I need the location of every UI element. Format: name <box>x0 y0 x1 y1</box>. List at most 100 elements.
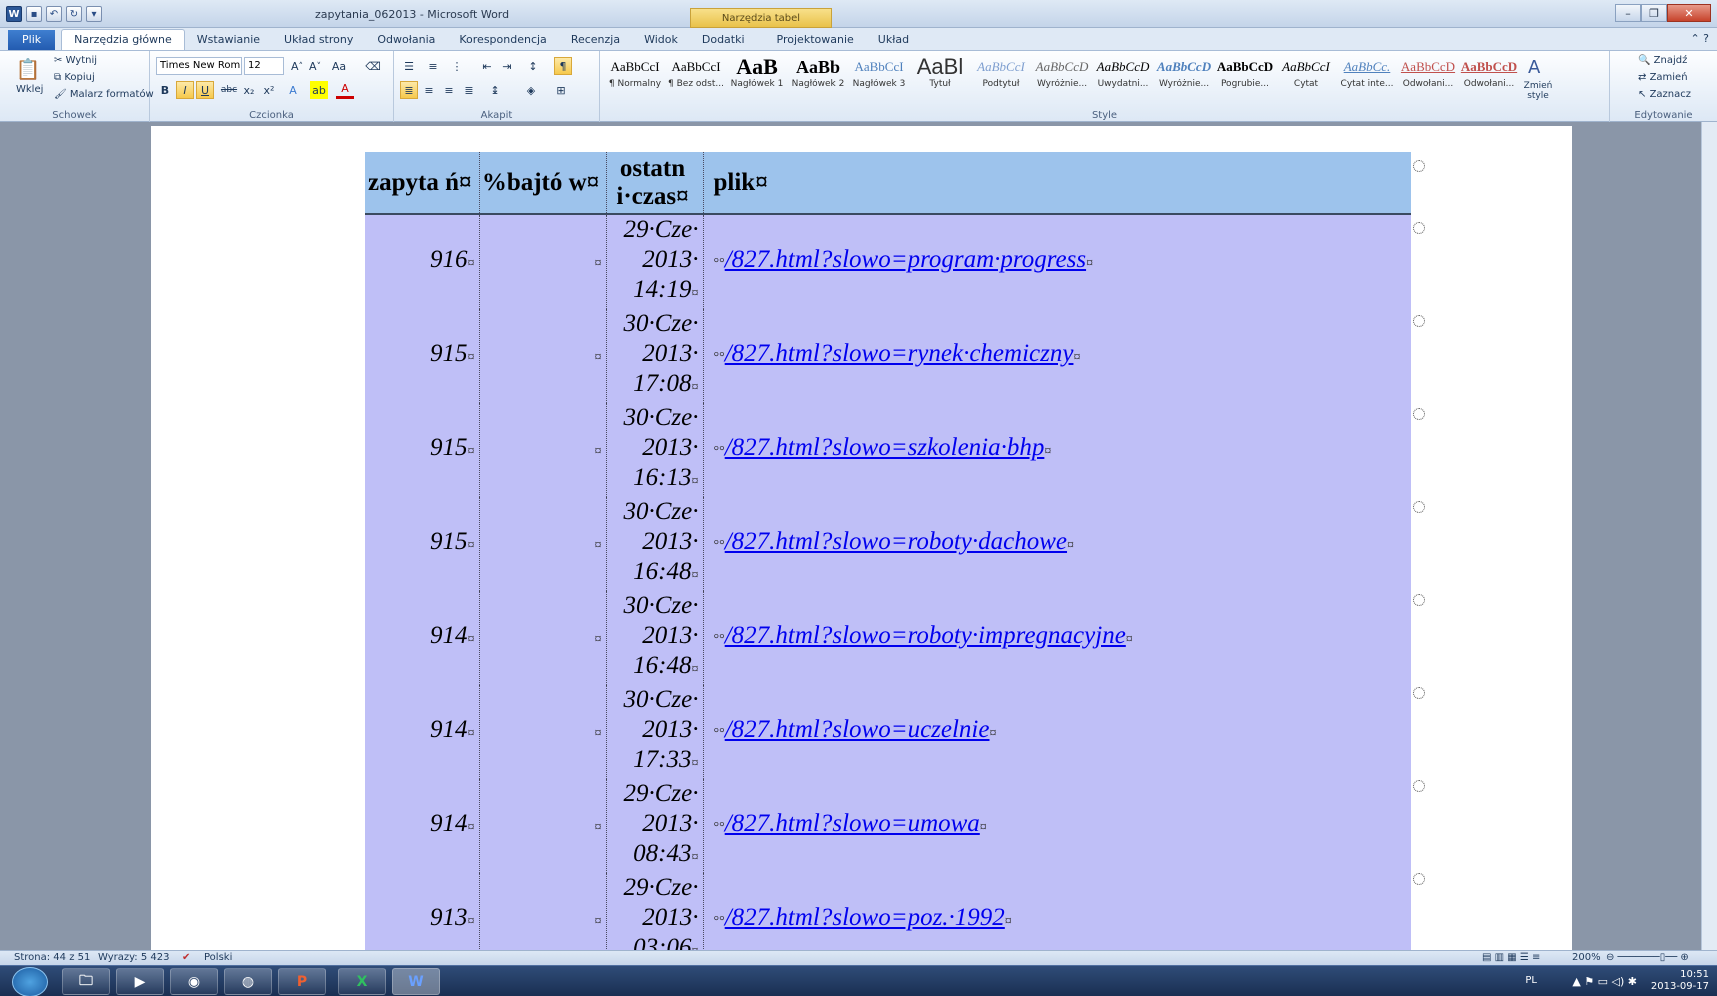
change-styles-icon[interactable]: A <box>1528 57 1540 78</box>
proofing-icon[interactable]: ✔ <box>182 952 190 963</box>
cell-bytes-percent[interactable]: ¤ <box>479 685 607 779</box>
restore-button[interactable]: ❐ <box>1641 4 1667 22</box>
minimize-button[interactable]: – <box>1615 4 1641 22</box>
style-gallery-item[interactable]: AaBbCcD Odwołani... <box>1458 55 1520 101</box>
tab-insert[interactable]: Wstawianie <box>185 30 272 50</box>
language-bar[interactable]: PL <box>1525 975 1537 986</box>
paste-button[interactable]: Wklej <box>16 84 43 95</box>
system-clock[interactable]: 10:51 2013-09-17 <box>1651 969 1709 993</box>
help-icon[interactable]: ⌃ ? <box>1690 32 1709 45</box>
firefox-taskbar-icon[interactable]: ◉ <box>170 968 218 995</box>
view-buttons[interactable]: ▤ ▥ ▦ ☰ ≡ <box>1482 952 1540 963</box>
shrink-font-icon[interactable]: A ˅ <box>306 57 324 75</box>
cell-file[interactable]: °°/827.html?slowo=umowa¤ <box>703 779 1411 873</box>
style-gallery-item[interactable]: AaBbCcD Wyróżnie... <box>1153 55 1215 101</box>
style-gallery-item[interactable]: AaBbCcI ¶ Normalny <box>604 55 666 101</box>
cell-last-time[interactable]: 30·Cze· 2013· 17:33¤ <box>606 685 704 779</box>
cell-queries[interactable]: 915¤ <box>365 403 480 497</box>
file-link[interactable]: /827.html?slowo=szkolenia·bhp <box>725 434 1045 461</box>
cell-file[interactable]: °°/827.html?slowo=roboty·dachowe¤ <box>703 497 1411 591</box>
style-gallery-item[interactable]: AaBbCcI ¶ Bez odst... <box>665 55 727 101</box>
cell-bytes-percent[interactable]: ¤ <box>479 403 607 497</box>
cell-bytes-percent[interactable]: ¤ <box>479 214 607 309</box>
header-queries[interactable]: zapyta ń¤ <box>365 152 480 215</box>
cell-last-time[interactable]: 30·Cze· 2013· 17:08¤ <box>606 309 704 403</box>
explorer-taskbar-icon[interactable]: 🗀 <box>62 968 110 995</box>
cell-bytes-percent[interactable]: ¤ <box>479 591 607 685</box>
multilevel-list-icon[interactable]: ⋮ <box>448 57 466 75</box>
italic-icon[interactable]: I <box>176 81 194 99</box>
table-row[interactable]: 915¤ ¤ 30·Cze· 2013· 16:13¤ °°/827.html?slowo… <box>365 403 1411 497</box>
format-painter-button[interactable]: 🖌 Malarz formatów <box>54 89 154 100</box>
replace-button[interactable]: ⇄ Zamień <box>1638 72 1688 83</box>
style-gallery-item[interactable]: AaBbCcD Wyróżnie... <box>1031 55 1093 101</box>
change-case-icon[interactable]: Aa <box>330 57 348 75</box>
find-button[interactable]: 🔍 Znajdź <box>1638 55 1687 66</box>
text-effects-icon[interactable]: A <box>284 81 302 99</box>
numbering-icon[interactable]: ≡ <box>424 57 442 75</box>
table-row[interactable]: 914¤ ¤ 30·Cze· 2013· 16:48¤ °°/827.html?slowo… <box>365 591 1411 685</box>
cell-bytes-percent[interactable]: ¤ <box>479 497 607 591</box>
powerpoint-taskbar-icon[interactable]: P <box>278 968 326 995</box>
strikethrough-icon[interactable]: abc <box>220 81 238 99</box>
tab-layout[interactable]: Układ <box>866 30 921 50</box>
font-color-icon[interactable]: A <box>336 81 354 99</box>
cell-queries[interactable]: 914¤ <box>365 591 480 685</box>
style-gallery-item[interactable]: AaBbCcI Nagłówek 3 <box>848 55 910 101</box>
tab-references[interactable]: Odwołania <box>365 30 447 50</box>
start-button[interactable] <box>12 967 48 996</box>
file-link[interactable]: /827.html?slowo=poz.·1992 <box>725 904 1005 931</box>
highlight-icon[interactable]: ab <box>310 81 328 99</box>
show-formatting-icon[interactable]: ¶ <box>554 57 572 75</box>
tray-icons[interactable]: ▲ ⚑ ▭ ◁) ✱ <box>1572 975 1637 988</box>
font-name-select[interactable]: Times New Rom <box>156 57 242 75</box>
cell-last-time[interactable]: 29·Cze· 2013· 14:19¤ <box>606 214 704 309</box>
align-center-icon[interactable]: ≡ <box>420 81 438 99</box>
table-row[interactable]: 915¤ ¤ 30·Cze· 2013· 17:08¤ °°/827.html?slowo… <box>365 309 1411 403</box>
decrease-indent-icon[interactable]: ⇤ <box>478 57 496 75</box>
cell-file[interactable]: °°/827.html?slowo=program·progress¤ <box>703 214 1411 309</box>
tab-view[interactable]: Widok <box>632 30 690 50</box>
subscript-icon[interactable]: x₂ <box>240 81 258 99</box>
sort-icon[interactable]: ↕ <box>524 57 542 75</box>
file-link[interactable]: /827.html?slowo=roboty·impregnacyjne <box>725 622 1126 649</box>
style-gallery-item[interactable]: AaB Nagłówek 1 <box>726 55 788 101</box>
tab-design[interactable]: Projektowanie <box>765 30 866 50</box>
close-button[interactable]: ✕ <box>1667 4 1711 22</box>
style-gallery-item[interactable]: AaBbCcD Odwołani... <box>1397 55 1459 101</box>
cut-button[interactable]: ✂ Wytnij <box>54 55 97 66</box>
undo-icon[interactable]: ↶ <box>46 6 62 22</box>
table-row[interactable]: 914¤ ¤ 29·Cze· 2013· 08:43¤ °°/827.html?slowo… <box>365 779 1411 873</box>
redo-icon[interactable]: ↻ <box>66 6 82 22</box>
table-row[interactable]: 914¤ ¤ 30·Cze· 2013· 17:33¤ °°/827.html?slowo… <box>365 685 1411 779</box>
file-link[interactable]: /827.html?slowo=program·progress <box>725 246 1086 273</box>
file-link[interactable]: /827.html?slowo=roboty·dachowe <box>725 528 1067 555</box>
cell-queries[interactable]: 914¤ <box>365 685 480 779</box>
queries-table[interactable]: zapyta ń¤ %bajtó w¤ ostatn i·czas¤ plik¤… <box>365 152 1411 959</box>
cell-queries[interactable]: 915¤ <box>365 497 480 591</box>
header-file[interactable]: plik¤ <box>703 152 1411 215</box>
font-size-select[interactable]: 12 <box>244 57 284 75</box>
cell-bytes-percent[interactable]: ¤ <box>479 309 607 403</box>
header-last-time[interactable]: ostatn i·czas¤ <box>606 152 704 215</box>
style-gallery-item[interactable]: AaBbCcI Podtytuł <box>970 55 1032 101</box>
line-spacing-icon[interactable]: ↨ <box>486 81 504 99</box>
tab-mailings[interactable]: Korespondencja <box>447 30 558 50</box>
style-gallery-item[interactable]: AaBbCcI Cytat <box>1275 55 1337 101</box>
style-gallery-item[interactable]: AaBbCc. Cytat inte... <box>1336 55 1398 101</box>
zoom-slider[interactable]: ⊖ ───────▯── ⊕ <box>1606 952 1689 963</box>
tab-home[interactable]: Narzędzia główne <box>61 29 185 50</box>
cell-file[interactable]: °°/827.html?slowo=roboty·impregnacyjne¤ <box>703 591 1411 685</box>
vertical-scrollbar[interactable] <box>1701 122 1717 950</box>
table-row[interactable]: 916¤ ¤ 29·Cze· 2013· 14:19¤ °°/827.html?slowo… <box>365 214 1411 309</box>
bullets-icon[interactable]: ☰ <box>400 57 418 75</box>
cell-file[interactable]: °°/827.html?slowo=szkolenia·bhp¤ <box>703 403 1411 497</box>
tab-page-layout[interactable]: Układ strony <box>272 30 365 50</box>
file-link[interactable]: /827.html?slowo=uczelnie <box>725 716 990 743</box>
paste-icon[interactable]: 📋 <box>14 55 42 83</box>
excel-taskbar-icon[interactable]: X <box>338 968 386 995</box>
tab-file[interactable]: Plik <box>8 30 56 50</box>
cell-last-time[interactable]: 30·Cze· 2013· 16:48¤ <box>606 497 704 591</box>
increase-indent-icon[interactable]: ⇥ <box>498 57 516 75</box>
cell-bytes-percent[interactable]: ¤ <box>479 779 607 873</box>
